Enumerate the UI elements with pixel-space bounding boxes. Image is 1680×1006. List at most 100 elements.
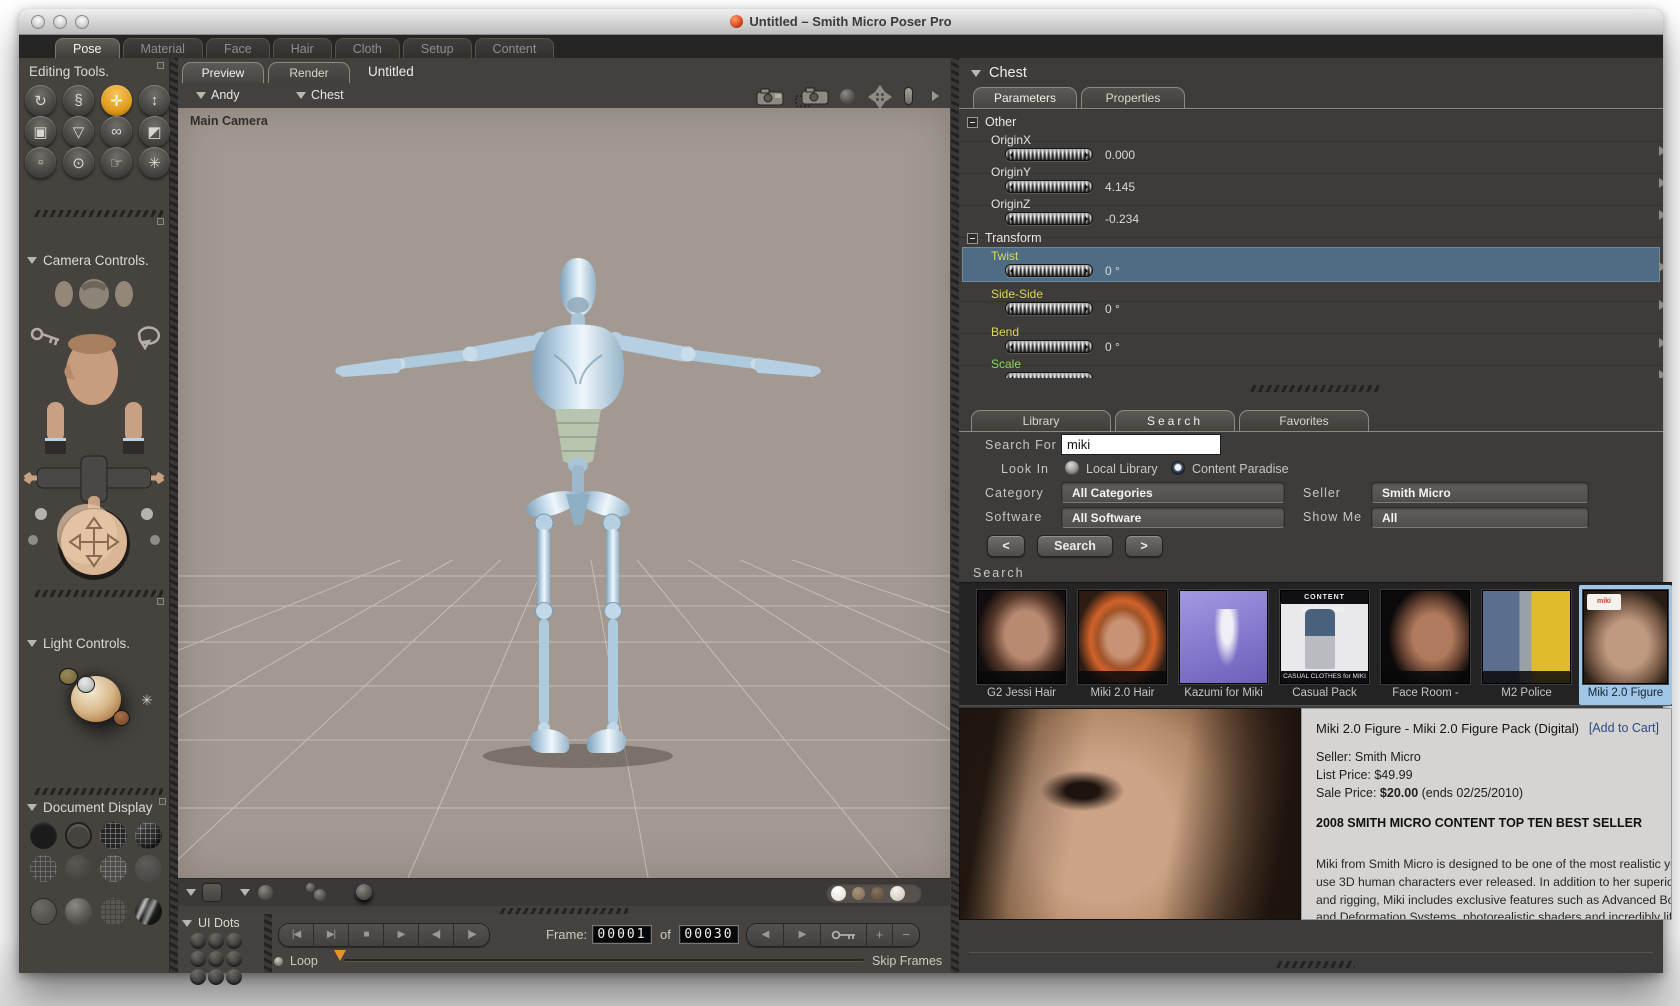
param-options-arrow[interactable] [1659,338,1663,348]
next-key-button[interactable]: ▶ [784,924,821,946]
tracking-fast-dot[interactable] [871,886,884,900]
posing-camera-button[interactable] [794,86,830,108]
collapse-group-icon[interactable] [967,116,978,128]
trackball-icon[interactable] [57,504,130,580]
tab-parameters[interactable]: Parameters [973,87,1077,108]
collapse-triangle-icon[interactable] [27,640,37,647]
display-wireframe-button[interactable] [100,822,127,849]
ui-dot-4[interactable] [190,951,206,967]
parameters-target-header[interactable]: Chest [971,65,1027,81]
software-select[interactable]: All Software [1061,507,1285,528]
param-label-scale[interactable]: Scale [991,357,1021,371]
category-select[interactable]: All Categories [1061,482,1285,503]
originz-dial[interactable] [1005,212,1093,225]
result-item[interactable]: Face Room - [1377,585,1474,705]
zoom-tool-button[interactable]: ⊙ [63,147,94,178]
originx-value[interactable]: 0.000 [1105,148,1135,162]
tracking-full-dot[interactable] [831,885,846,901]
tab-library[interactable]: Library [971,410,1111,431]
section-resize-handle[interactable] [33,210,163,217]
panel-dock-icon[interactable] [157,62,164,69]
move-camera-icon[interactable] [868,85,892,109]
tracking-box-dot[interactable] [852,886,865,900]
ui-dot-3[interactable] [226,933,242,949]
tab-material[interactable]: Material [122,38,203,58]
tab-hair[interactable]: Hair [272,38,332,58]
scale-tool-button[interactable]: ▣ [25,116,56,147]
result-item[interactable]: CONTENT PARADISE CASUAL CLOTHES for MIKI… [1276,585,1373,705]
collapse-triangle-icon[interactable] [182,919,192,927]
tracking-mode-selector[interactable] [826,883,922,903]
add-to-cart-link[interactable]: [Add to Cart] [1589,721,1659,735]
shadow-menu-icon[interactable] [240,889,250,896]
param-label-originx[interactable]: OriginX [991,133,1031,147]
originz-value[interactable]: -0.234 [1105,212,1139,226]
face-camera-button[interactable] [753,86,787,106]
camera-name-label[interactable]: Main Camera [190,114,268,128]
display-cartoon-button[interactable] [30,898,57,925]
twist-dial[interactable] [1005,264,1093,277]
result-item[interactable]: Miki 2.0 Hair [1074,585,1171,705]
content-paradise-radio[interactable] [1171,461,1185,475]
ui-dot-8[interactable] [208,969,224,985]
step-back-button[interactable]: ◀| [419,924,454,946]
collapse-group-icon[interactable] [967,232,978,244]
twist-tool-button[interactable]: § [63,85,94,116]
translate-tool-button[interactable]: ✛ [101,85,132,116]
panel-dock-icon[interactable] [157,218,164,225]
color-tool-button[interactable]: ◩ [139,116,170,147]
display-lit-wireframe-button[interactable] [65,855,92,882]
light-2-handle[interactable] [77,676,95,693]
actor-menu[interactable]: Andy [196,88,240,102]
display-flat-shaded-button[interactable] [135,855,162,882]
display-smooth-lined-button[interactable] [100,898,127,925]
display-sketched-button[interactable] [135,822,162,849]
ui-dot-1[interactable] [190,933,206,949]
display-smooth-shaded-button[interactable] [65,898,92,925]
toolbar-overflow-arrow[interactable] [932,91,939,101]
previous-key-button[interactable]: ◀ [747,924,784,946]
viewport[interactable]: Main Camera [178,108,950,878]
next-results-button[interactable]: > [1125,535,1163,557]
tab-preview[interactable]: Preview [182,62,264,83]
tab-face[interactable]: Face [205,38,270,58]
element-menu[interactable]: Chest [296,88,344,102]
grouping-tool-button[interactable]: ☞ [101,147,132,178]
camera-dolly-capsule[interactable] [904,87,913,105]
display-flat-lined-button[interactable] [100,855,127,882]
side-side-dial[interactable] [1005,302,1093,315]
light-3-handle[interactable] [113,710,130,726]
originy-value[interactable]: 4.145 [1105,180,1135,194]
result-thumbnail[interactable]: miki [1583,590,1668,684]
tab-pose[interactable]: Pose [55,38,120,58]
content-paradise-label[interactable]: Content Paradise [1192,462,1289,476]
display-outline-button[interactable] [65,822,92,849]
panel-dock-icon[interactable] [157,598,164,605]
ui-dot-6[interactable] [226,951,242,967]
translate-in-out-tool-button[interactable]: ↕ [139,85,170,116]
param-label-twist[interactable]: Twist [991,249,1018,263]
play-button[interactable]: ▶ [384,924,419,946]
display-silhouette-button[interactable] [30,822,57,849]
chain-break-tool-button[interactable]: ∞ [101,116,132,147]
param-options-arrow[interactable] [1659,262,1663,272]
multi-sphere-icon[interactable] [306,883,315,892]
collapse-triangle-icon[interactable] [27,804,37,811]
panel-dock-icon[interactable] [159,798,166,805]
depth-cue-menu-icon[interactable] [186,889,196,896]
section-resize-handle[interactable] [33,788,163,795]
ui-dot-5[interactable] [208,951,224,967]
andy-figure[interactable] [335,258,821,753]
twist-value[interactable]: 0 ° [1105,264,1120,278]
param-options-arrow[interactable] [1659,300,1663,310]
last-frame-button[interactable]: ▶| [314,924,349,946]
stop-button[interactable]: ■ [349,924,384,946]
collapse-triangle-icon[interactable] [27,257,37,264]
seller-select[interactable]: Smith Micro [1371,482,1589,503]
horizontal-scrollbar[interactable] [1275,961,1355,968]
minimize-window-button[interactable] [53,15,67,29]
camera-controls-cluster[interactable] [19,272,170,582]
tab-render[interactable]: Render [268,62,350,83]
light-controls-cluster[interactable]: ✳ [19,668,170,778]
add-keyframe-button[interactable]: + [867,924,893,946]
